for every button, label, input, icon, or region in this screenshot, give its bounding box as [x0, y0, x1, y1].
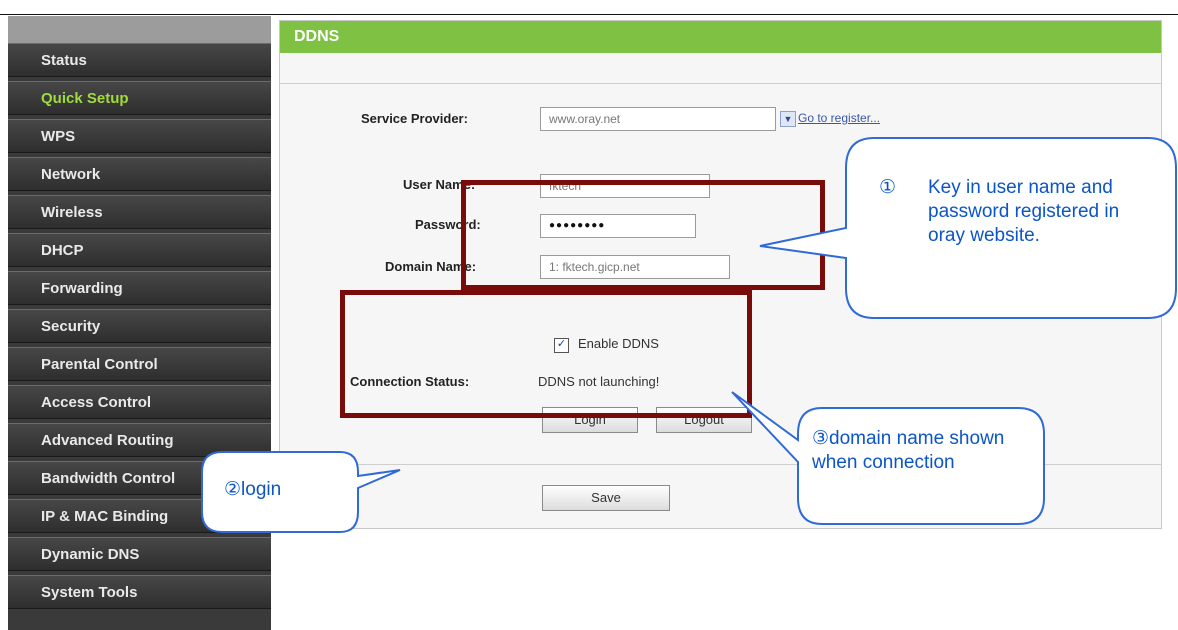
service-provider-label: Service Provider:	[361, 111, 468, 126]
callout-1-text: Key in user name and password registered…	[928, 177, 1120, 246]
sidebar-item-wps[interactable]: WPS	[8, 119, 271, 153]
sidebar-item-parental-control[interactable]: Parental Control	[8, 347, 271, 381]
chevron-down-icon[interactable]: ▼	[780, 111, 796, 127]
sidebar-item-dhcp[interactable]: DHCP	[8, 233, 271, 267]
sidebar-item-advanced-routing[interactable]: Advanced Routing	[8, 423, 271, 457]
service-provider-select[interactable]: www.oray.net	[540, 107, 776, 131]
service-provider-value: www.oray.net	[549, 112, 621, 126]
sidebar-item-security[interactable]: Security	[8, 309, 271, 343]
sidebar-item-forwarding[interactable]: Forwarding	[8, 271, 271, 305]
sidebar-item-access-control[interactable]: Access Control	[8, 385, 271, 419]
divider	[280, 83, 1161, 84]
sidebar-item-quick-setup[interactable]: Quick Setup	[8, 81, 271, 115]
sidebar-item-system-tools[interactable]: System Tools	[8, 575, 271, 609]
sidebar-item-ip-mac-binding[interactable]: IP & MAC Binding	[8, 499, 271, 533]
sidebar-item-dynamic-dns[interactable]: Dynamic DNS	[8, 537, 271, 571]
callout-3-text: ③domain name shown when connection	[812, 428, 1005, 473]
top-rule	[0, 14, 1178, 15]
panel-title: DDNS	[280, 21, 1161, 53]
sidebar: Status Quick Setup WPS Network Wireless …	[8, 16, 271, 630]
sidebar-item-network[interactable]: Network	[8, 157, 271, 191]
callout-2-text: ②login	[224, 479, 282, 500]
sidebar-item-wireless[interactable]: Wireless	[8, 195, 271, 229]
sidebar-top-bar	[8, 16, 271, 43]
highlight-box-ddns-status	[340, 290, 752, 418]
sidebar-item-status[interactable]: Status	[8, 43, 271, 77]
callout-1-number: ①	[879, 177, 897, 198]
save-button[interactable]: Save	[542, 485, 670, 511]
register-link[interactable]: Go to register...	[798, 111, 880, 125]
highlight-box-credentials	[461, 180, 825, 290]
